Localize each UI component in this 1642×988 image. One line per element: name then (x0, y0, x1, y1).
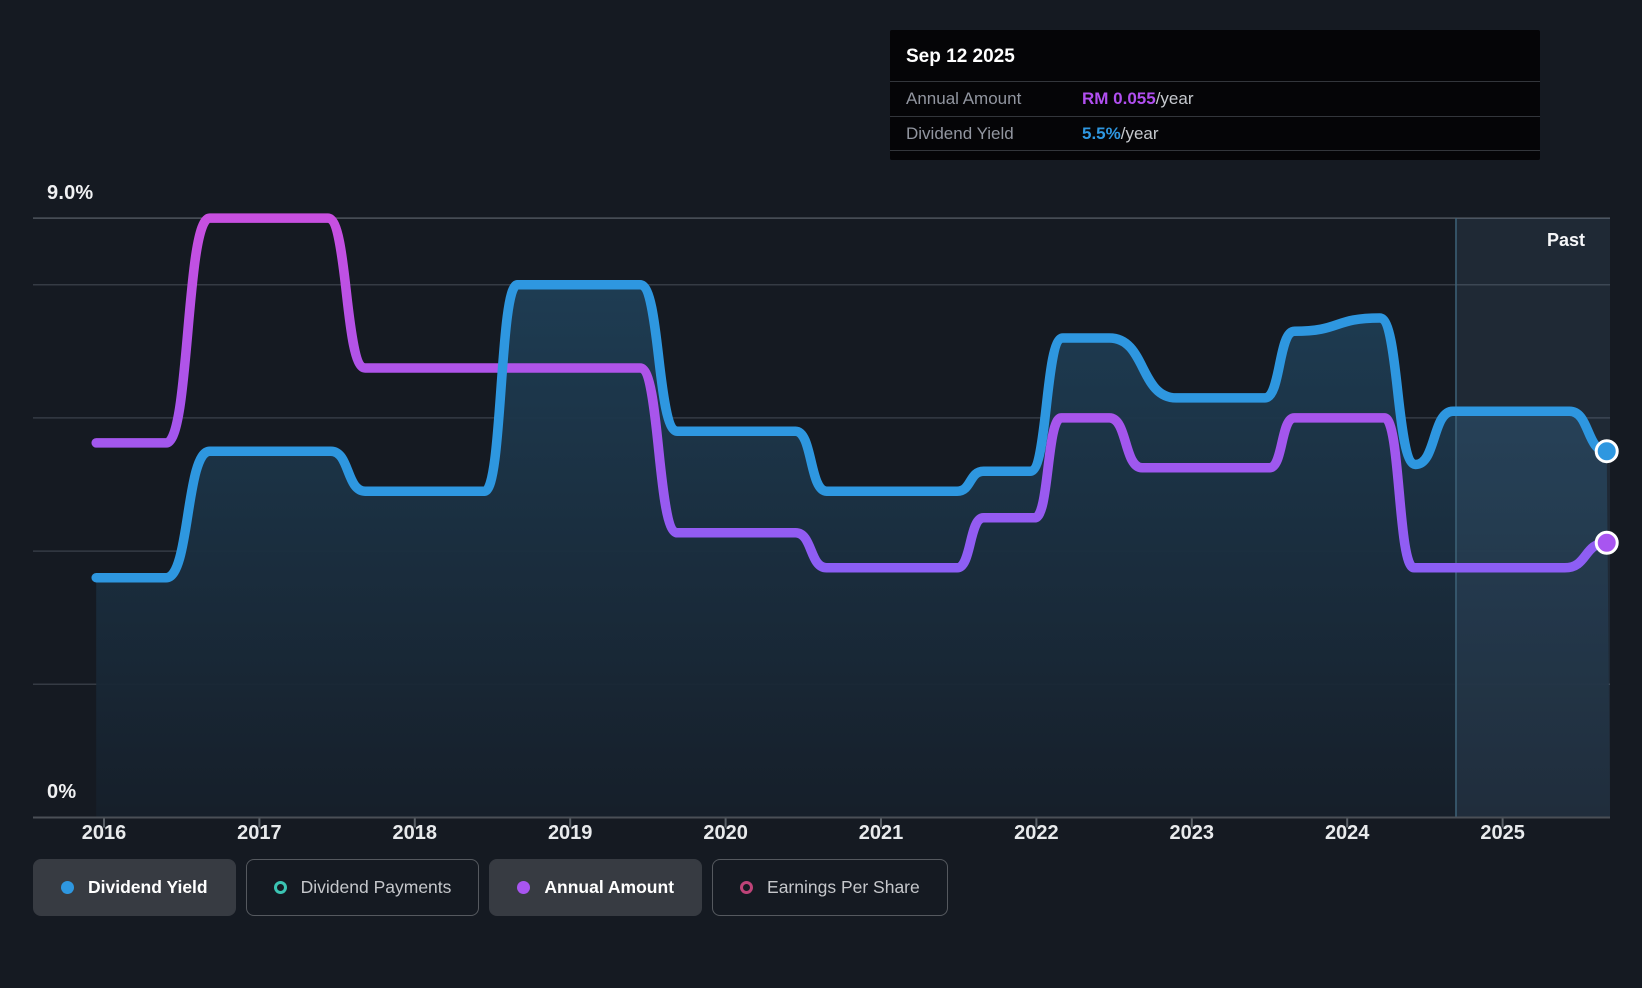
dividend-payments-ring-icon (274, 881, 287, 894)
tooltip-row-label: Annual Amount (906, 89, 1082, 109)
x-axis-year-2021: 2021 (859, 822, 904, 845)
y-axis-bottom-label: 0% (47, 781, 76, 804)
tooltip-row-dividend-yield: Dividend Yield5.5%/year (890, 116, 1540, 151)
chart-tooltip: Sep 12 2025 Annual AmountRM 0.055/yearDi… (890, 30, 1540, 160)
legend-label: Dividend Payments (301, 877, 452, 898)
tooltip-row-label: Dividend Yield (906, 124, 1082, 144)
tooltip-date: Sep 12 2025 (890, 30, 1540, 81)
legend-button-dividend-yield[interactable]: Dividend Yield (33, 859, 236, 916)
x-axis-year-2020: 2020 (703, 822, 748, 845)
dividend-chart-panel: 9.0% 0% 2016 2017 2018 2019 2020 2021 2022 2023… (0, 0, 1642, 988)
tooltip-row-annual-amount: Annual AmountRM 0.055/year (890, 81, 1540, 116)
legend-label: Earnings Per Share (767, 877, 920, 898)
x-axis-year-2024: 2024 (1325, 822, 1370, 845)
x-axis-year-2022: 2022 (1014, 822, 1059, 845)
x-axis-year-2018: 2018 (393, 822, 438, 845)
legend-button-earnings-per-share[interactable]: Earnings Per Share (712, 859, 948, 916)
tooltip-row-suffix: /year (1121, 124, 1159, 144)
legend-button-annual-amount[interactable]: Annual Amount (489, 859, 702, 916)
tooltip-row-value: 5.5% (1082, 124, 1121, 144)
dividend-yield-dot-icon (61, 881, 74, 894)
y-axis-top-label: 9.0% (47, 182, 93, 205)
legend-label: Annual Amount (544, 877, 674, 898)
legend-label: Dividend Yield (88, 877, 208, 898)
dividend-yield-area (96, 285, 1610, 818)
x-axis-year-2017: 2017 (237, 822, 282, 845)
tooltip-row-value: RM 0.055 (1082, 89, 1156, 109)
chart-legend: Dividend Yield Dividend Payments Annual Am… (33, 859, 948, 916)
x-axis-year-2019: 2019 (548, 822, 593, 845)
tooltip-row-suffix: /year (1156, 89, 1194, 109)
annual-amount-dot-icon (517, 881, 530, 894)
legend-button-dividend-payments[interactable]: Dividend Payments (246, 859, 480, 916)
earnings-per-share-ring-icon (740, 881, 753, 894)
past-region-label: Past (1547, 230, 1585, 251)
x-axis-year-2025: 2025 (1480, 822, 1525, 845)
dividend-yield-endpoint-marker (1596, 441, 1617, 462)
past-region-overlay (1456, 218, 1610, 817)
annual-amount-endpoint-marker (1596, 532, 1617, 553)
x-axis-year-2016: 2016 (82, 822, 127, 845)
x-axis-year-2023: 2023 (1170, 822, 1215, 845)
